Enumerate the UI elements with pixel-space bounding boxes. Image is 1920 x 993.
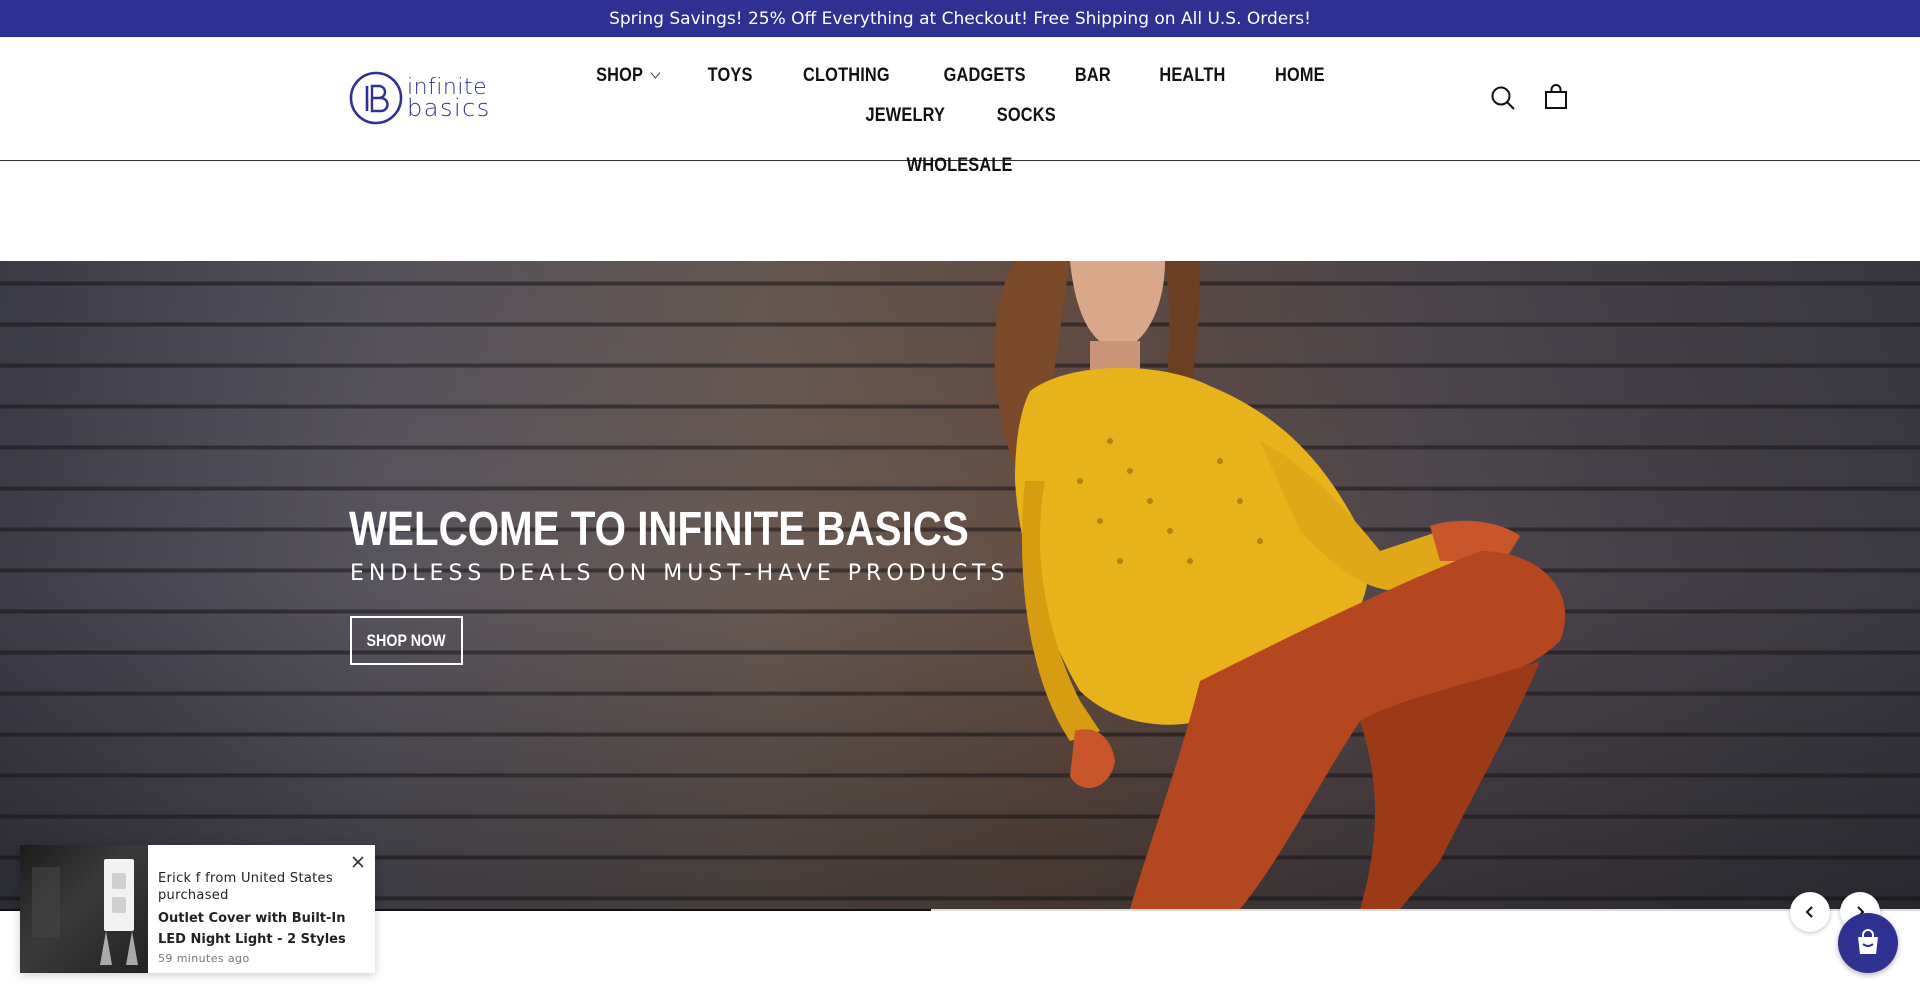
logo-mark-icon — [349, 71, 403, 125]
shop-now-button[interactable]: SHOP NOW — [350, 616, 463, 665]
logo-line-2: basics — [407, 94, 491, 122]
nav-item-label: TOYS — [707, 65, 753, 86]
nav-item-label: BAR — [1075, 65, 1112, 86]
nav-item-gadgets[interactable]: GADGETS — [926, 61, 1042, 91]
nav-item-label: SHOP — [596, 65, 644, 86]
main-nav: SHOP TOYS CLOTHING GADGETS BAR HEALTH HO… — [540, 61, 1380, 181]
shop-now-label: SHOP NOW — [366, 630, 447, 650]
purchaser-text: Erick f from United States purchased — [158, 871, 333, 903]
hero-model-image — [994, 261, 1566, 909]
nav-item-wholesale[interactable]: WHOLESALE — [890, 151, 1030, 181]
product-thumbnail — [20, 845, 148, 973]
chat-bag-icon — [1858, 929, 1878, 954]
chevron-left-icon — [1805, 906, 1813, 918]
nav-item-label: WHOLESALE — [907, 155, 1013, 176]
purchase-time: 59 minutes ago — [158, 952, 250, 965]
logo-text: infinite basics — [407, 77, 491, 122]
nav-item-label: JEWELRY — [865, 105, 946, 126]
close-icon — [352, 856, 364, 868]
nav-item-label: SOCKS — [996, 105, 1056, 126]
announcement-text: Spring Savings! 25% Off Everything at Ch… — [609, 8, 1311, 29]
product-name[interactable]: Outlet Cover with Built-In LED Night Lig… — [158, 908, 365, 950]
nav-item-socks[interactable]: SOCKS — [980, 101, 1073, 131]
announcement-bar: Spring Savings! 25% Off Everything at Ch… — [0, 0, 1920, 37]
search-button[interactable] — [1489, 84, 1517, 112]
nav-item-home[interactable]: HOME — [1258, 61, 1342, 91]
nav-item-shop[interactable]: SHOP — [579, 61, 676, 91]
site-header: infinite basics SHOP TOYS CLOTHING GADGE… — [0, 37, 1920, 176]
outlet-cover-image — [32, 859, 138, 965]
cart-button[interactable] — [1542, 83, 1570, 111]
search-icon — [1491, 86, 1515, 110]
slide-prev-button[interactable] — [1790, 892, 1830, 932]
hero-subtitle: ENDLESS DEALS ON MUST-HAVE PRODUCTS — [350, 561, 1010, 586]
close-button[interactable] — [351, 855, 365, 869]
chevron-down-icon — [650, 67, 661, 79]
nav-item-jewelry[interactable]: JEWELRY — [849, 101, 963, 131]
nav-item-health[interactable]: HEALTH — [1142, 61, 1242, 91]
logo[interactable]: infinite basics — [348, 70, 490, 126]
chat-button[interactable] — [1838, 913, 1898, 973]
nav-item-label: HEALTH — [1159, 65, 1226, 86]
sales-popup[interactable]: Erick f from United States purchased Out… — [20, 845, 375, 973]
nav-item-toys[interactable]: TOYS — [690, 61, 769, 91]
nav-item-label: GADGETS — [943, 65, 1026, 86]
hero-slideshow: WELCOME TO INFINITE BASICS ENDLESS DEALS… — [0, 261, 1920, 909]
sales-popup-body: Erick f from United States purchased Out… — [148, 845, 375, 973]
nav-item-label: CLOTHING — [803, 65, 890, 86]
nav-item-clothing[interactable]: CLOTHING — [786, 61, 907, 91]
nav-item-bar[interactable]: BAR — [1058, 61, 1128, 91]
nav-item-label: HOME — [1274, 65, 1325, 86]
cart-icon — [1545, 84, 1567, 109]
hero-title: WELCOME TO INFINITE BASICS — [349, 503, 969, 556]
